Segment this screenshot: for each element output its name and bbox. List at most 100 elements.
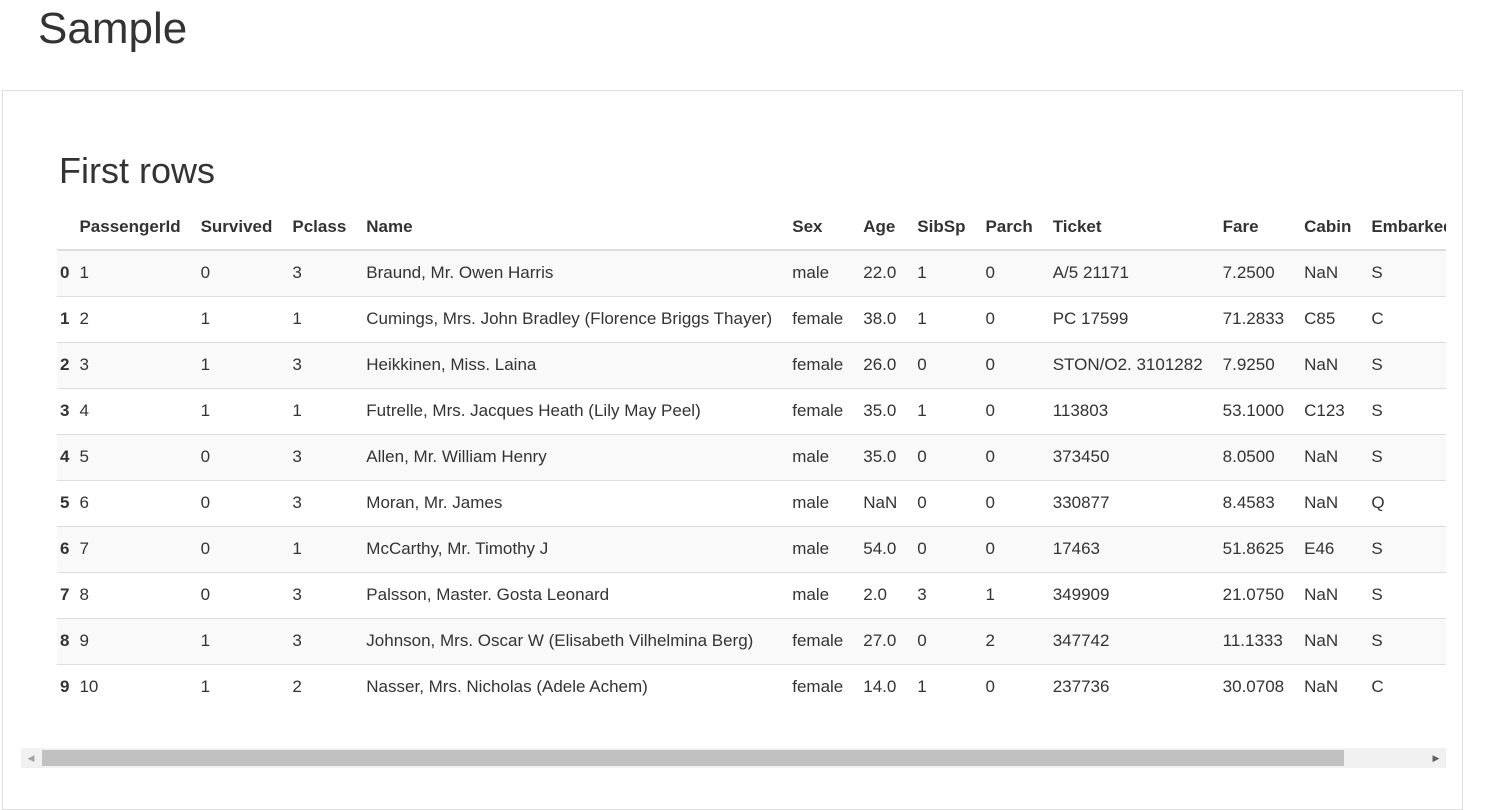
table-cell: 30.0708: [1222, 677, 1285, 697]
table-cell: 373450: [1052, 447, 1110, 466]
table-cell: 2.0: [863, 585, 887, 604]
table-cell: NaN: [1304, 631, 1339, 650]
table-cell: 1: [985, 585, 995, 604]
table-cell: 0: [200, 539, 211, 558]
table-cell: 0: [917, 539, 927, 558]
first-rows-panel: First rows PassengerId Survived Pclass Name…: [2, 90, 1463, 810]
scrollbar-thumb[interactable]: [42, 750, 1344, 766]
row-index: 8: [60, 631, 70, 650]
section-title: First rows: [59, 150, 215, 191]
table-cell: NaN: [1304, 677, 1339, 697]
data-table: PassengerId Survived Pclass Name Sex Age SibSp…: [57, 205, 1446, 710]
column-header-sibsp: SibSp: [907, 205, 976, 251]
row-index: 3: [60, 401, 70, 420]
row-index: 0: [60, 263, 70, 283]
row-index: 2: [60, 355, 70, 374]
table-cell: female: [792, 631, 844, 650]
table-cell: NaN: [1304, 493, 1339, 512]
table-cell: 35.0: [863, 401, 897, 420]
table-cell: 1: [917, 677, 927, 697]
table-cell: female: [792, 309, 844, 328]
table-cell: 3: [79, 355, 89, 374]
table-cell: 6: [79, 493, 89, 512]
column-header-sex: Sex: [782, 205, 854, 251]
table-cell: 0: [985, 539, 995, 558]
triangle-right-icon[interactable]: ▶: [1426, 748, 1446, 768]
table-cell: 7.9250: [1222, 355, 1275, 374]
table-cell: NaN: [1304, 355, 1339, 374]
table-cell: S: [1371, 539, 1383, 558]
table-cell: 1: [917, 401, 927, 420]
table-cell: A/5 21171: [1052, 263, 1129, 283]
horizontal-scrollbar[interactable]: ◀ ▶: [21, 748, 1446, 768]
table-cell: 0: [200, 585, 211, 604]
table-cell: 51.8625: [1222, 539, 1285, 558]
table-cell: 3: [917, 585, 927, 604]
table-cell: 4: [79, 401, 89, 420]
table-cell: 2: [79, 309, 89, 328]
table-row: 8 9 1 3 Johnson, Mrs. Oscar W (Elisabeth Vil…: [57, 618, 1446, 664]
table-cell: 1: [200, 355, 211, 374]
table-cell: 349909: [1052, 585, 1110, 604]
table-cell: 5: [79, 447, 89, 466]
table-header: PassengerId Survived Pclass Name Sex Age SibSp…: [57, 205, 1446, 251]
table-cell: 3: [292, 585, 302, 604]
table-cell: McCarthy, Mr. Timothy J: [366, 539, 549, 558]
table-cell: 3: [292, 447, 302, 466]
table-row: 1 2 1 1 Cumings, Mrs. John Bradley (Florence…: [57, 296, 1446, 342]
table-cell: 0: [985, 447, 995, 466]
table-cell: Palsson, Master. Gosta Leonard: [366, 585, 610, 604]
row-index: 4: [60, 447, 70, 466]
table-cell: S: [1371, 355, 1383, 374]
header-row: PassengerId Survived Pclass Name Sex Age SibSp…: [57, 205, 1446, 251]
table-cell: 1: [200, 401, 211, 420]
table-cell: 11.1333: [1222, 631, 1283, 650]
table-cell: S: [1371, 447, 1383, 466]
table-cell: 71.2833: [1222, 309, 1285, 328]
column-header-ticket: Ticket: [1042, 205, 1213, 251]
table-cell: 8.4583: [1222, 493, 1275, 512]
table-cell: 26.0: [863, 355, 897, 374]
table-cell: 0: [200, 493, 211, 512]
table-cell: 0: [917, 447, 927, 466]
table-cell: male: [792, 447, 830, 466]
table-cell: 1: [200, 309, 211, 328]
table-cell: 35.0: [863, 447, 897, 466]
table-cell: 1: [200, 677, 211, 697]
table-row: 0 1 0 3 Braund, Mr. Owen Harris male 22.0 1 0 A/5…: [57, 250, 1446, 296]
table-cell: male: [792, 493, 830, 512]
table-cell: 7: [79, 539, 89, 558]
table-cell: 8: [79, 585, 89, 604]
page-title: Sample: [38, 4, 188, 53]
table-cell: 21.0750: [1222, 585, 1285, 604]
table-cell: STON/O2. 3101282: [1052, 355, 1203, 374]
table-cell: male: [792, 585, 830, 604]
table-cell: 0: [985, 401, 995, 420]
table-cell: 237736: [1052, 677, 1110, 697]
table-cell: PC 17599: [1052, 309, 1129, 328]
table-cell: female: [792, 401, 844, 420]
row-index: 7: [60, 585, 70, 604]
table-row: 2 3 1 3 Heikkinen, Miss. Laina female 26.0 0 0 ST…: [57, 342, 1446, 388]
table-cell: S: [1371, 585, 1383, 604]
column-header-fare: Fare: [1212, 205, 1295, 251]
table-cell: Heikkinen, Miss. Laina: [366, 355, 537, 374]
table-scroll-container[interactable]: PassengerId Survived Pclass Name Sex Age SibSp…: [57, 205, 1446, 715]
table-cell: Allen, Mr. William Henry: [366, 447, 547, 466]
table-cell: 17463: [1052, 539, 1100, 558]
table-row: 6 7 0 1 McCarthy, Mr. Timothy J male 54.0 0 0 174…: [57, 526, 1446, 572]
table-cell: 10: [79, 677, 99, 697]
table-cell: NaN: [863, 493, 898, 512]
triangle-left-icon[interactable]: ◀: [21, 748, 41, 768]
table-body: 0 1 0 3 Braund, Mr. Owen Harris male 22.0 1 0 A/5…: [57, 250, 1446, 710]
table-cell: female: [792, 355, 844, 374]
table-cell: 0: [200, 263, 211, 283]
table-cell: 1: [292, 401, 302, 420]
table-cell: 1: [917, 309, 927, 328]
table-row: 5 6 0 3 Moran, Mr. James male NaN 0 0 330877 8.458…: [57, 480, 1446, 526]
column-header-parch: Parch: [975, 205, 1043, 251]
table-cell: 347742: [1052, 631, 1110, 650]
table-cell: S: [1371, 401, 1383, 420]
table-cell: 0: [200, 447, 211, 466]
table-cell: 3: [292, 493, 302, 512]
